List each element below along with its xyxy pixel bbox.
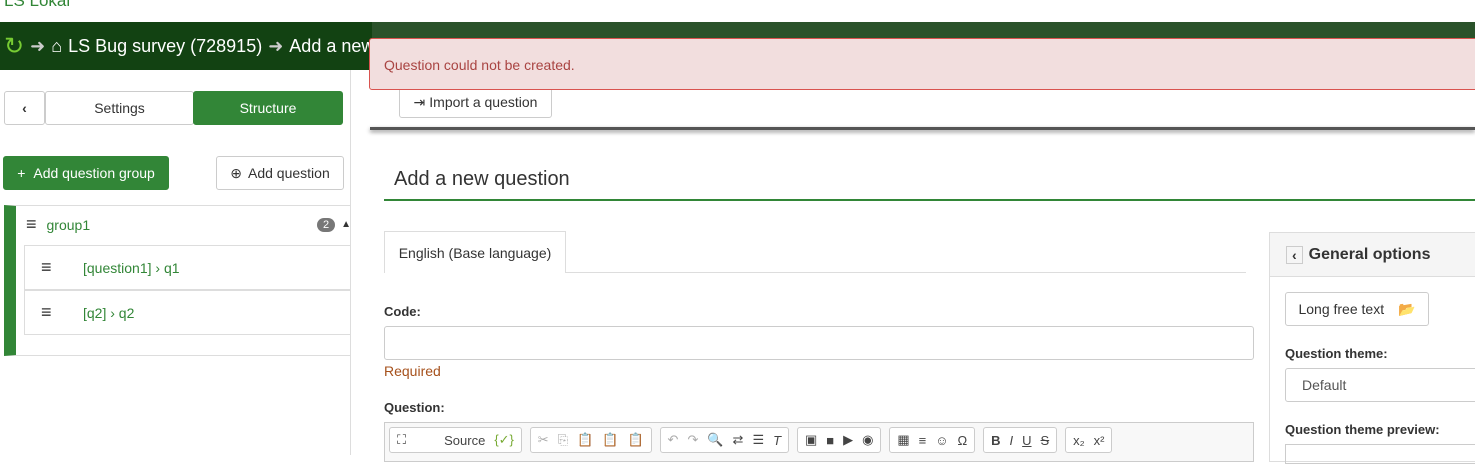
drag-handle-icon[interactable]: ≡ <box>41 257 57 278</box>
page-title: Add a new question <box>394 168 570 190</box>
bold-icon[interactable]: B <box>991 433 1000 448</box>
question-editor-toolbar: ⛶ Source {✓} ✂ ⎘ 📋 📋 📋 ↶ ↷ 🔍 ⇄ ☰ T ▣ ■ ▶ ◉ ▦ ≡ ☺ Ω BIUS x… <box>384 422 1254 462</box>
panel-title: General options <box>1308 245 1431 263</box>
redo-icon[interactable]: ↷ <box>687 432 698 448</box>
collapse-sidebar-button[interactable]: ‹ <box>4 91 45 125</box>
question-label: Question: <box>384 400 445 415</box>
question-label[interactable]: [q2] › q2 <box>83 305 134 321</box>
home-icon: ⌂ <box>51 35 63 56</box>
import-icon: ⇥ <box>413 93 426 110</box>
select-all-icon[interactable]: ☰ <box>752 432 764 448</box>
code-input[interactable] <box>384 326 1254 360</box>
cut-icon[interactable]: ✂ <box>538 432 549 448</box>
add-group-label: Add question group <box>33 165 155 181</box>
title-underline <box>384 199 1475 201</box>
italic-icon[interactable]: I <box>1010 433 1014 448</box>
import-question-button[interactable]: ⇥ Import a question <box>399 86 552 118</box>
special-char-icon[interactable]: Ω <box>958 433 968 448</box>
add-question-button[interactable]: ⊕ Add question <box>216 156 344 190</box>
question-count-badge: 2 <box>316 217 336 232</box>
paste-word-icon[interactable]: 📋 <box>627 432 643 448</box>
question-type-button[interactable]: Long free text 📂 <box>1285 292 1429 326</box>
underline-icon[interactable]: U <box>1022 433 1031 448</box>
brand[interactable]: LS Lokal <box>4 0 70 11</box>
tab-english[interactable]: English (Base language) <box>384 231 566 273</box>
code-label: Code: <box>384 304 421 319</box>
collapse-panel-button[interactable]: ‹ <box>1286 245 1303 264</box>
add-question-group-button[interactable]: + Add question group <box>3 156 169 190</box>
theme-preview <box>1285 444 1475 464</box>
error-alert: Question could not be created. <box>369 38 1475 90</box>
paste-text-icon[interactable]: 📋 <box>602 432 618 448</box>
breadcrumb-current: Add a new question <box>289 35 372 56</box>
drag-handle-icon[interactable]: ≡ <box>26 214 37 235</box>
theme-label: Question theme: <box>1285 346 1388 361</box>
breadcrumb: ↻ ➜ ⌂ LS Bug survey (728915) ➜ Add a new… <box>0 22 372 70</box>
list-item[interactable]: ≡ [question1] › q1 <box>24 245 351 290</box>
theme-preview-label: Question theme preview: <box>1285 422 1440 437</box>
plus-icon: + <box>17 165 26 181</box>
arrow-right-icon: ➜ <box>268 35 284 56</box>
plus-circle-icon: ⊕ <box>230 164 242 181</box>
drag-handle-icon[interactable]: ≡ <box>41 302 57 323</box>
compass-icon[interactable]: ◉ <box>862 432 873 448</box>
image-icon[interactable]: ▣ <box>805 432 817 448</box>
question-type-label: Long free text <box>1298 301 1385 317</box>
maximize-icon[interactable]: ⛶ <box>397 432 406 448</box>
chevron-left-icon: ‹ <box>22 100 27 116</box>
question-label[interactable]: [question1] › q1 <box>83 260 180 276</box>
remove-format-icon[interactable]: T <box>773 433 781 448</box>
group-name[interactable]: group1 <box>47 217 91 233</box>
question-group: ≡ group1 2 ▲ ≡ [question1] › q1 ≡ [q2] › q… <box>4 205 351 356</box>
subscript-icon[interactable]: x₂ <box>1073 433 1085 448</box>
smiley-icon[interactable]: ☺ <box>935 433 948 448</box>
add-question-label: Add question <box>248 165 330 181</box>
copy-icon[interactable]: ⎘ <box>558 432 568 448</box>
list-item[interactable]: ≡ [q2] › q2 <box>24 290 351 335</box>
source-button[interactable]: Source <box>444 433 485 448</box>
video-icon[interactable]: ▶ <box>843 432 853 448</box>
table-icon[interactable]: ▦ <box>897 432 909 448</box>
top-bar: LS Lokal <box>0 0 1475 22</box>
tab-settings[interactable]: Settings <box>45 91 194 125</box>
limesurvey-logo-icon[interactable]: ↻ <box>4 32 24 61</box>
breadcrumb-survey[interactable]: LS Bug survey (728915) <box>68 36 262 57</box>
theme-select[interactable]: Default <box>1285 368 1475 402</box>
import-label: Import a question <box>429 94 538 110</box>
expression-icon[interactable]: {✓} <box>494 432 514 448</box>
find-icon[interactable]: 🔍 <box>707 432 723 448</box>
undo-icon[interactable]: ↶ <box>668 432 679 448</box>
required-hint: Required <box>384 363 441 379</box>
flash-icon[interactable]: ■ <box>826 433 834 448</box>
tab-structure[interactable]: Structure <box>193 91 343 125</box>
arrow-right-icon: ➜ <box>30 35 46 56</box>
toolbar-divider <box>370 127 1475 130</box>
caret-up-icon[interactable]: ▲ <box>341 219 351 230</box>
group-header[interactable]: ≡ group1 2 ▲ <box>26 214 351 235</box>
replace-icon[interactable]: ⇄ <box>733 432 744 448</box>
strike-icon[interactable]: S <box>1041 433 1050 448</box>
tab-divider <box>566 272 1246 273</box>
superscript-icon[interactable]: x² <box>1094 433 1105 448</box>
folder-open-icon: 📂 <box>1398 300 1416 317</box>
horizontal-line-icon[interactable]: ≡ <box>919 433 927 448</box>
paste-icon[interactable]: 📋 <box>577 432 593 448</box>
